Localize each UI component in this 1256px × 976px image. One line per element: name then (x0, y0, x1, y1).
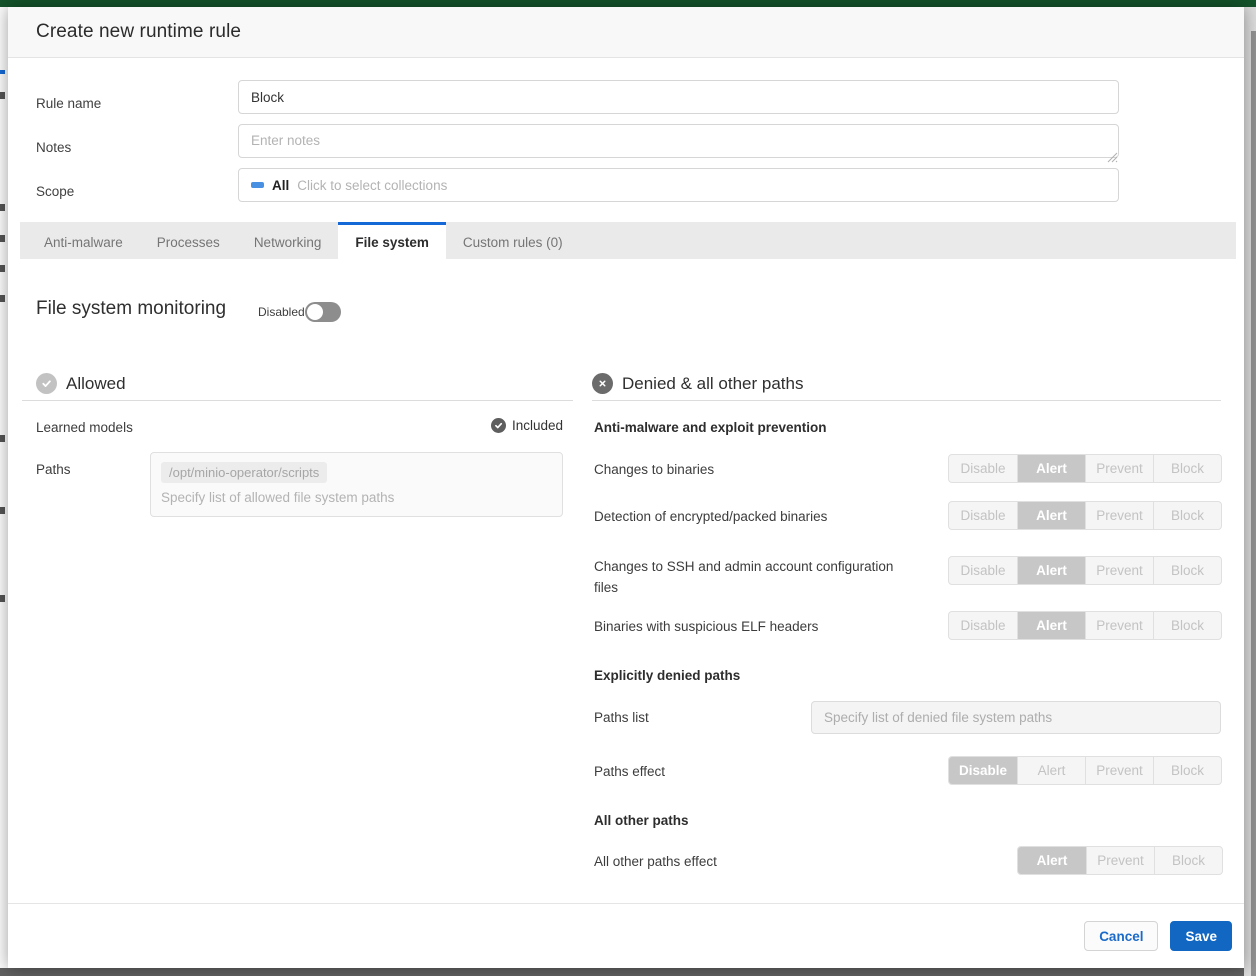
page-behind-bottom-strip (0, 968, 1244, 976)
included-check-icon (491, 418, 506, 433)
changes-to-binaries-label: Changes to binaries (594, 462, 714, 477)
ssh-admin-effect-group: Disable Alert Prevent Block (948, 556, 1222, 585)
dialog-title: Create new runtime rule (36, 21, 241, 43)
paths-effect-group: Disable Alert Prevent Block (948, 756, 1222, 785)
effect-alert-button[interactable]: Alert (1017, 502, 1085, 529)
allowed-check-icon (36, 373, 57, 394)
learned-models-label: Learned models (36, 420, 133, 435)
suspicious-elf-headers-label: Binaries with suspicious ELF headers (594, 619, 818, 634)
tab-file-system[interactable]: File system (338, 222, 446, 259)
effect-prevent-button[interactable]: Prevent (1086, 847, 1154, 874)
effect-alert-button[interactable]: Alert (1017, 757, 1085, 784)
antimalware-prevention-heading: Anti-malware and exploit prevention (594, 420, 827, 435)
dialog-footer: Cancel Save (8, 903, 1244, 968)
paths-effect-label: Paths effect (594, 764, 665, 779)
effect-disable-button[interactable]: Disable (949, 757, 1017, 784)
page-scrollbar[interactable] (1251, 31, 1256, 976)
effect-block-button[interactable]: Block (1153, 455, 1221, 482)
all-other-paths-effect-label: All other paths effect (594, 854, 717, 869)
allowed-divider (22, 400, 573, 401)
collection-color-icon (251, 182, 264, 188)
all-other-paths-heading: All other paths (594, 813, 689, 828)
page-behind-right-strip (1244, 7, 1256, 976)
effect-prevent-button[interactable]: Prevent (1085, 757, 1153, 784)
tab-networking[interactable]: Networking (237, 222, 339, 259)
effect-block-button[interactable]: Block (1153, 502, 1221, 529)
allowed-path-chip[interactable]: /opt/minio-operator/scripts (161, 462, 327, 483)
rule-tabs: Anti-malware Processes Networking File s… (20, 222, 1236, 259)
changes-to-binaries-effect-group: Disable Alert Prevent Block (948, 454, 1222, 483)
effect-block-button[interactable]: Block (1154, 847, 1222, 874)
effect-alert-button[interactable]: Alert (1018, 847, 1086, 874)
effect-disable-button[interactable]: Disable (949, 557, 1017, 584)
create-runtime-rule-dialog: Create new runtime rule Rule name Notes … (8, 7, 1244, 968)
tab-custom-rules[interactable]: Custom rules (0) (446, 222, 580, 259)
denied-section-header: Denied & all other paths (592, 373, 803, 394)
elf-headers-effect-group: Disable Alert Prevent Block (948, 611, 1222, 640)
monitoring-toggle[interactable] (305, 302, 341, 322)
dialog-header: Create new runtime rule (8, 7, 1244, 58)
scope-collections-field[interactable]: All Click to select collections (238, 168, 1119, 202)
explicitly-denied-paths-heading: Explicitly denied paths (594, 668, 740, 683)
effect-disable-button[interactable]: Disable (949, 612, 1017, 639)
cancel-button[interactable]: Cancel (1084, 921, 1158, 951)
denied-title: Denied & all other paths (622, 374, 803, 394)
effect-block-button[interactable]: Block (1153, 757, 1221, 784)
rule-name-label: Rule name (36, 96, 101, 111)
allowed-paths-label: Paths (36, 462, 71, 477)
rule-name-input[interactable] (238, 80, 1119, 114)
scope-placeholder: Click to select collections (297, 178, 447, 193)
paths-list-label: Paths list (594, 710, 649, 725)
effect-block-button[interactable]: Block (1153, 557, 1221, 584)
allowed-title: Allowed (66, 374, 126, 394)
effect-prevent-button[interactable]: Prevent (1085, 557, 1153, 584)
effect-prevent-button[interactable]: Prevent (1085, 502, 1153, 529)
denied-paths-input[interactable] (811, 701, 1221, 734)
ssh-admin-config-label: Changes to SSH and admin account configu… (594, 556, 904, 598)
encrypted-packed-binaries-label: Detection of encrypted/packed binaries (594, 509, 827, 524)
scope-chip[interactable]: All (272, 178, 289, 193)
save-button[interactable]: Save (1170, 921, 1232, 951)
denied-divider (592, 400, 1221, 401)
scope-label: Scope (36, 184, 74, 199)
app-top-bar (0, 0, 1256, 7)
effect-prevent-button[interactable]: Prevent (1085, 455, 1153, 482)
included-text: Included (512, 418, 563, 433)
effect-disable-button[interactable]: Disable (949, 502, 1017, 529)
page-behind-left-strip (0, 7, 8, 968)
allowed-paths-placeholder: Specify list of allowed file system path… (161, 490, 552, 505)
effect-alert-button[interactable]: Alert (1017, 612, 1085, 639)
allowed-paths-field[interactable]: /opt/minio-operator/scripts Specify list… (150, 452, 563, 517)
effect-prevent-button[interactable]: Prevent (1085, 612, 1153, 639)
effect-alert-button[interactable]: Alert (1017, 557, 1085, 584)
denied-x-icon (592, 373, 613, 394)
learned-models-status: Included (491, 418, 563, 433)
all-other-paths-effect-group: Alert Prevent Block (1017, 846, 1223, 875)
encrypted-packed-effect-group: Disable Alert Prevent Block (948, 501, 1222, 530)
toggle-knob (307, 304, 323, 320)
notes-label: Notes (36, 140, 71, 155)
effect-alert-button[interactable]: Alert (1017, 455, 1085, 482)
effect-block-button[interactable]: Block (1153, 612, 1221, 639)
tab-anti-malware[interactable]: Anti-malware (20, 222, 140, 259)
monitoring-state-label: Disabled (258, 305, 305, 319)
effect-disable-button[interactable]: Disable (949, 455, 1017, 482)
tab-processes[interactable]: Processes (140, 222, 237, 259)
allowed-section-header: Allowed (36, 373, 126, 394)
notes-textarea[interactable] (238, 124, 1119, 158)
file-system-monitoring-title: File system monitoring (36, 298, 226, 320)
